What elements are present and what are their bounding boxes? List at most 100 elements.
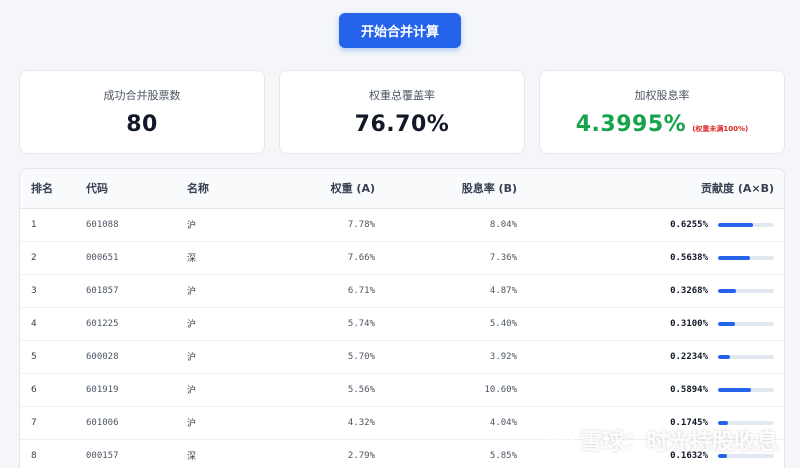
top-bar: 开始合并计算 (0, 0, 800, 62)
table-row: 5 600028 沪 5.70% 3.92% 0.2234% (20, 340, 784, 374)
cell-name: 沪 (187, 307, 287, 341)
cell-name: 沪 (187, 373, 287, 407)
contrib-value: 0.5894% (670, 384, 708, 395)
contrib-bar-fill (718, 255, 750, 260)
contrib-value: 0.1632% (670, 450, 708, 461)
cell-contrib: 0.3100% (517, 307, 784, 341)
cell-name: 沪 (187, 274, 287, 308)
cell-contrib: 0.3268% (517, 274, 784, 308)
cell-yield: 4.04% (375, 406, 517, 440)
cell-name: 沪 (187, 340, 287, 374)
card-value: 76.70% (354, 112, 450, 137)
cell-name: 沪 (187, 406, 287, 440)
cell-name: 沪 (187, 208, 287, 242)
cell-rank: 1 (20, 208, 86, 242)
contrib-group: 0.2234% (517, 352, 774, 362)
cell-weight: 7.78% (287, 208, 375, 242)
cell-yield: 3.92% (375, 340, 517, 374)
start-merge-button[interactable]: 开始合并计算 (339, 13, 461, 48)
table-row: 3 601857 沪 6.71% 4.87% 0.3268% (20, 274, 784, 308)
cell-code: 601006 (86, 406, 187, 440)
contrib-value: 0.5638% (670, 252, 708, 263)
cell-weight: 2.79% (287, 439, 375, 468)
contrib-bar-track (718, 222, 774, 227)
contrib-group: 0.5894% (517, 385, 774, 395)
card-merged-count: 成功合并股票数 80 (19, 70, 265, 154)
contrib-value: 0.1745% (670, 417, 708, 428)
contrib-bar-fill (718, 222, 753, 227)
cell-rank: 6 (20, 373, 86, 407)
card-label: 成功合并股票数 (103, 89, 181, 102)
contrib-bar-track (718, 453, 774, 458)
contrib-value: 0.2234% (670, 351, 708, 362)
contrib-bar-fill (718, 321, 736, 326)
contrib-group: 0.3100% (517, 319, 774, 329)
contrib-bar-track (718, 354, 774, 359)
contrib-bar-track (718, 420, 774, 425)
table-row: 7 601006 沪 4.32% 4.04% 0.1745% (20, 406, 784, 440)
cell-weight: 5.70% (287, 340, 375, 374)
table-row: 2 000651 深 7.66% 7.36% 0.5638% (20, 241, 784, 275)
cell-contrib: 0.6255% (517, 208, 784, 242)
card-note: (权重未满100%) (692, 125, 749, 133)
cell-yield: 5.40% (375, 307, 517, 341)
contrib-group: 0.1745% (517, 418, 774, 428)
contrib-value: 0.3268% (670, 285, 708, 296)
cell-weight: 6.71% (287, 274, 375, 308)
table-row: 6 601919 沪 5.56% 10.60% 0.5894% (20, 373, 784, 407)
contrib-bar-fill (718, 453, 728, 458)
contrib-bar-fill (718, 288, 737, 293)
cell-contrib: 0.1745% (517, 406, 784, 440)
cell-yield: 5.85% (375, 439, 517, 468)
cell-contrib: 0.2234% (517, 340, 784, 374)
cell-name: 深 (187, 439, 287, 468)
cell-rank: 4 (20, 307, 86, 341)
cell-code: 601857 (86, 274, 187, 308)
cell-code: 000157 (86, 439, 187, 468)
cell-rank: 3 (20, 274, 86, 308)
cell-yield: 8.04% (375, 208, 517, 242)
cell-code: 601919 (86, 373, 187, 407)
cell-yield: 4.87% (375, 274, 517, 308)
contrib-bar-fill (718, 420, 728, 425)
summary-cards: 成功合并股票数 80 权重总覆盖率 76.70% 加权股息率 4.3995% (… (19, 70, 785, 154)
col-header-contrib: 贡献度 (A×B) (517, 169, 784, 209)
col-header-yield: 股息率 (B) (375, 169, 517, 209)
contrib-bar-track (718, 255, 774, 260)
contrib-bar-track (718, 387, 774, 392)
cell-weight: 4.32% (287, 406, 375, 440)
cell-weight: 5.74% (287, 307, 375, 341)
cell-rank: 2 (20, 241, 86, 275)
contrib-group: 0.3268% (517, 286, 774, 296)
contrib-bar-track (718, 321, 774, 326)
cell-yield: 10.60% (375, 373, 517, 407)
cell-code: 601088 (86, 208, 187, 242)
cell-code: 600028 (86, 340, 187, 374)
cell-weight: 7.66% (287, 241, 375, 275)
cell-code: 601225 (86, 307, 187, 341)
cell-weight: 5.56% (287, 373, 375, 407)
contrib-group: 0.6255% (517, 220, 774, 230)
contrib-value: 0.6255% (670, 219, 708, 230)
contrib-bar-fill (718, 354, 731, 359)
cell-rank: 8 (20, 439, 86, 468)
card-label: 加权股息率 (634, 89, 690, 102)
table-row: 1 601088 沪 7.78% 8.04% 0.6255% (20, 208, 784, 242)
contrib-bar-track (718, 288, 774, 293)
col-header-code: 代码 (86, 169, 187, 209)
card-value: 4.3995% (575, 112, 687, 137)
contrib-bar-fill (718, 387, 751, 392)
col-header-rank: 排名 (20, 169, 86, 209)
card-weighted-yield: 加权股息率 4.3995% (权重未满100%) (539, 70, 785, 154)
contrib-group: 0.1632% (517, 451, 774, 461)
cell-name: 深 (187, 241, 287, 275)
cell-contrib: 0.5638% (517, 241, 784, 275)
cell-contrib: 0.1632% (517, 439, 784, 468)
cell-rank: 5 (20, 340, 86, 374)
contrib-value: 0.3100% (670, 318, 708, 329)
table-row: 4 601225 沪 5.74% 5.40% 0.3100% (20, 307, 784, 341)
card-value-row: 4.3995% (权重未满100%) (576, 112, 748, 137)
card-value: 80 (126, 112, 158, 137)
table-row: 8 000157 深 2.79% 5.85% 0.1632% (20, 439, 784, 468)
cell-rank: 7 (20, 406, 86, 440)
